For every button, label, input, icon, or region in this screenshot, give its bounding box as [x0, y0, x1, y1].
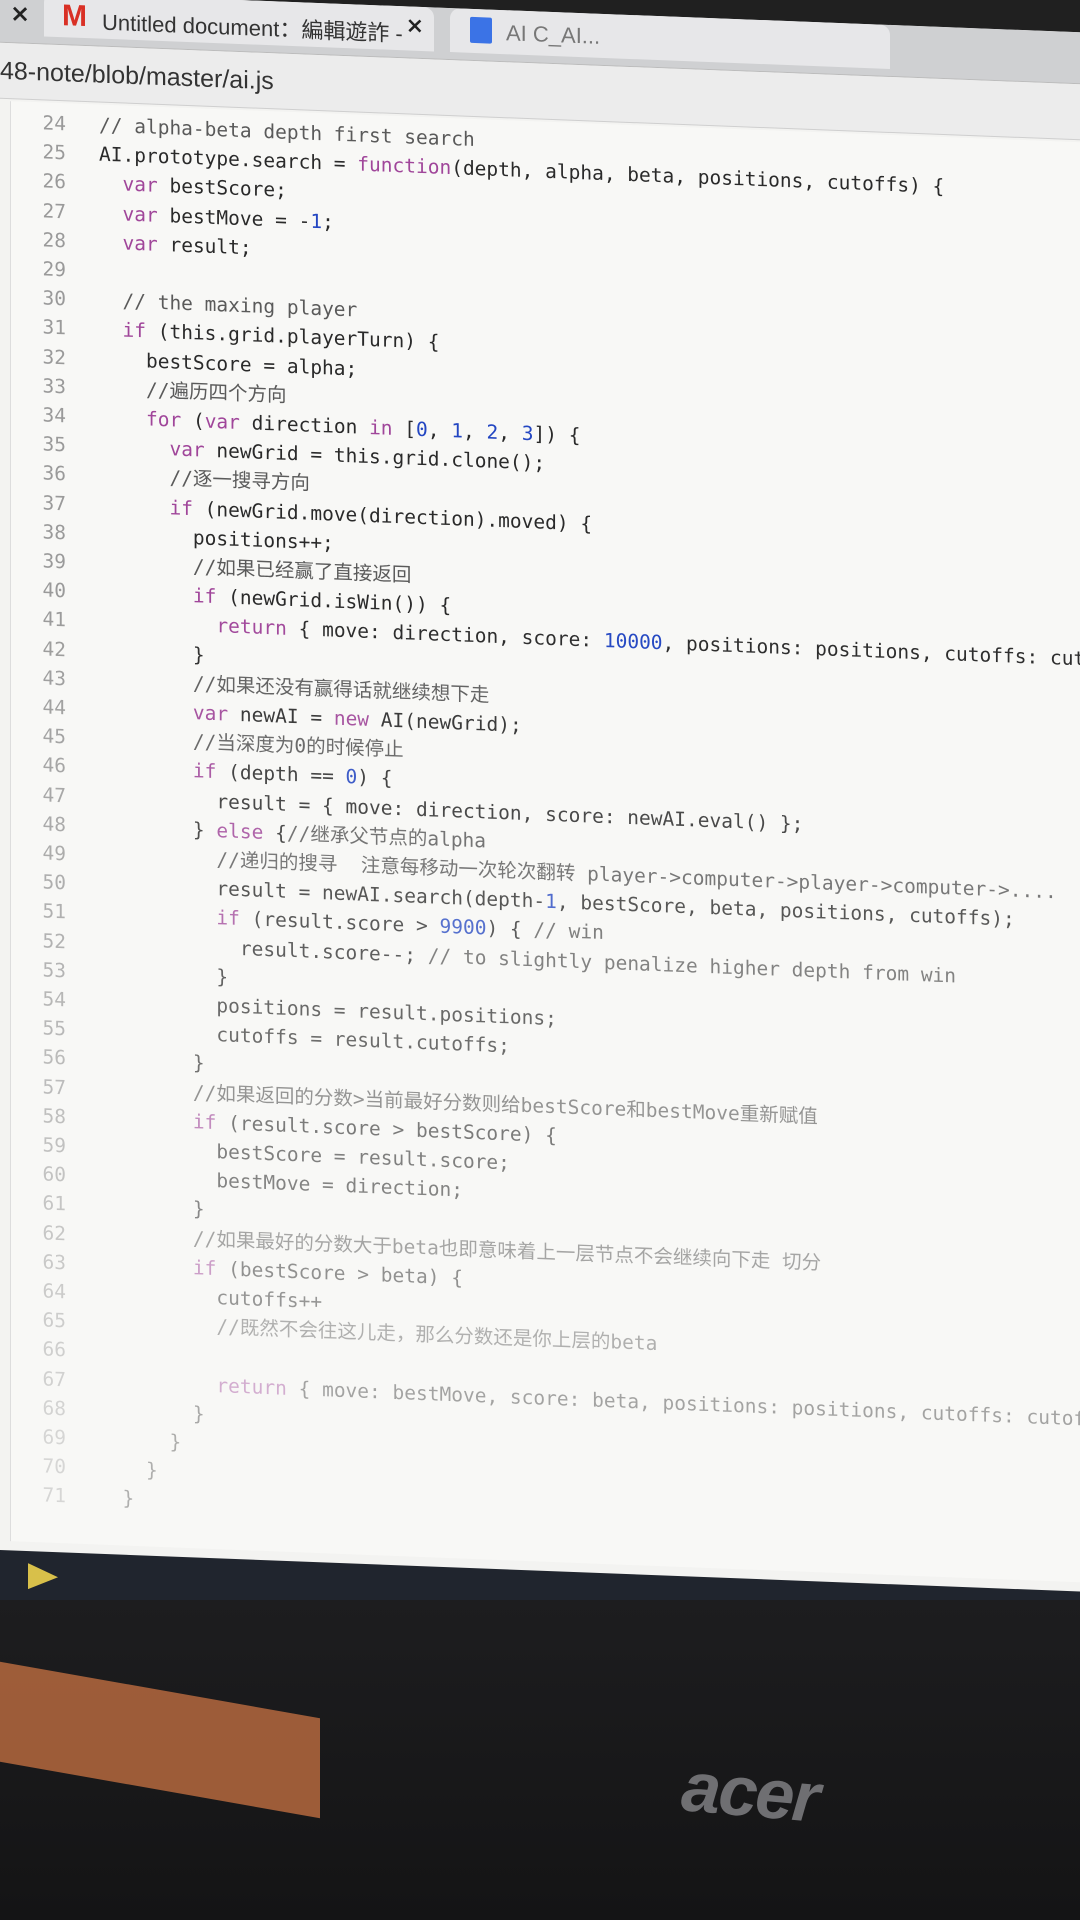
monitor-screen: × M Untitled document：編輯遊詐 - × AI C_AI..… — [0, 0, 1080, 1595]
docs-icon — [470, 16, 492, 44]
tab-ai-doc[interactable]: AI C_AI... — [450, 8, 890, 69]
code-text: var result; — [122, 231, 252, 260]
code-text: return { move: bestMove, score: beta, po… — [216, 1373, 1080, 1433]
url-text[interactable]: 48-note/blob/master/ai.js — [0, 57, 274, 97]
code-text: } — [99, 1485, 135, 1511]
code-text: } — [99, 639, 205, 667]
code-line: 65 //既然不会往这儿走，那么分数还是你上层的beta — [11, 1302, 658, 1361]
photo: × M Untitled document：編輯遊詐 - × AI C_AI..… — [0, 0, 1080, 1920]
code-text: return { move: direction, score: 10000, … — [216, 614, 1080, 673]
taskbar-app-icon[interactable] — [28, 1563, 58, 1590]
tab-title: AI C_AI... — [506, 20, 601, 49]
code-text: } — [99, 1193, 205, 1222]
tab-title: Untitled document：編輯遊詐 - — [102, 9, 403, 47]
code-line: 71 } — [11, 1478, 135, 1517]
gmail-icon: M — [62, 0, 87, 34]
tab-close-icon[interactable]: × — [406, 13, 424, 39]
code-text: } — [99, 960, 229, 989]
close-tab-icon[interactable]: × — [10, 0, 40, 30]
code-view: 24// alpha-beta depth first search 25 AI.p… — [10, 101, 1080, 1585]
code-text: } — [99, 1398, 205, 1426]
code-text: } — [99, 1456, 158, 1483]
code-text: } — [99, 1047, 205, 1076]
code-text: //既然不会往这儿走，那么分数还是你上层的beta — [216, 1315, 658, 1356]
monitor-brand-logo: acer — [678, 1747, 822, 1837]
tab-untitled-document[interactable]: M Untitled document：編輯遊詐 - × — [44, 0, 434, 52]
code-text: } — [99, 1427, 182, 1454]
line-number: 71 — [42, 1483, 66, 1508]
